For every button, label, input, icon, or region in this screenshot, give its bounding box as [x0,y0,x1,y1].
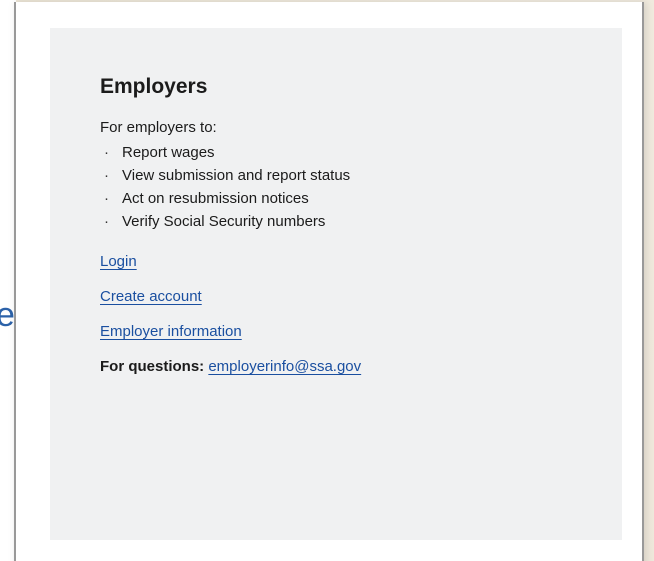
create-account-link[interactable]: Create account [100,288,202,305]
intro-text: For employers to: [100,119,217,136]
list-item-label: View submission and report status [122,167,351,184]
email-link[interactable]: employerinfo@ssa.gov [208,358,361,375]
login-link-row: Login [100,253,592,271]
bullet-icon: · [104,190,109,207]
login-link[interactable]: Login [100,253,137,270]
list-item: · View submission and report status [104,164,592,187]
card-body: Employers For employers to: · Report wage… [100,75,592,375]
employer-information-link[interactable]: Employer information [100,323,242,340]
bullet-icon: · [104,213,109,230]
services-list: · Report wages · View submission and repor… [100,141,592,233]
bullet-icon: · [104,167,109,184]
list-item: · Act on resubmission notices [104,187,592,210]
list-item: · Verify Social Security numbers [104,210,592,233]
list-item-label: Verify Social Security numbers [122,213,326,230]
list-item: · Report wages [104,141,592,164]
list-item-label: Act on resubmission notices [122,190,309,207]
content-frame: Employers For employers to: · Report wage… [14,2,644,561]
questions-label: For questions: [100,358,205,375]
list-item-label: Report wages [122,144,215,161]
create-account-link-row: Create account [100,288,592,306]
questions-line: For questions: employerinfo@ssa.gov [100,358,592,375]
employer-information-link-row: Employer information [100,323,592,341]
bullet-icon: · [104,144,109,161]
employers-card: Employers For employers to: · Report wage… [50,28,622,540]
partial-text-fragment: e [0,296,15,334]
card-title: Employers [100,75,208,98]
